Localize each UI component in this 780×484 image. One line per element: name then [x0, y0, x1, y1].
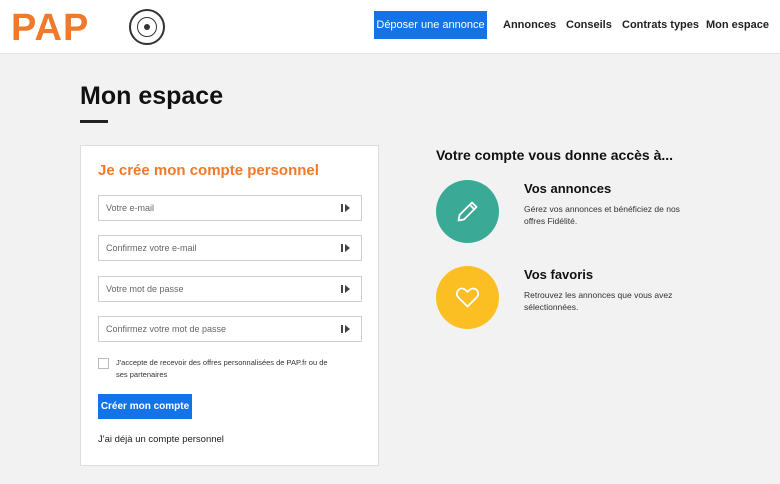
nav-mon-espace[interactable]: Mon espace — [706, 11, 769, 39]
confirm-password-field[interactable] — [98, 316, 362, 342]
email-field[interactable] — [98, 195, 362, 221]
consent-checkbox[interactable] — [98, 358, 109, 369]
promo-title: Votre compte vous donne accès à... — [436, 147, 674, 163]
page-title: Mon espace — [80, 82, 224, 110]
form-title: Je crée mon compte personnel — [98, 162, 319, 179]
signup-form-card: Je crée mon compte personnel J'accepte d… — [80, 145, 379, 466]
confirm-email-input[interactable] — [99, 236, 335, 260]
password-field[interactable] — [98, 276, 362, 302]
confirm-password-input[interactable] — [99, 317, 335, 341]
title-underline — [80, 120, 108, 123]
confirm-email-field[interactable] — [98, 235, 362, 261]
heart-icon — [455, 287, 480, 308]
feature-desc-annonces: Gérez vos annonces et bénéficiez de nos … — [524, 204, 680, 226]
create-account-button[interactable]: Créer mon compte — [98, 394, 192, 419]
email-input[interactable] — [99, 196, 335, 220]
vacances-seal-icon[interactable] — [129, 9, 165, 45]
nav-contrats-types[interactable]: Contrats types — [622, 11, 699, 39]
password-input[interactable] — [99, 277, 335, 301]
existing-account-link[interactable]: J'ai déjà un compte personnel — [98, 434, 224, 445]
password-manager-icon[interactable] — [341, 243, 351, 253]
consent-label: J'accepte de recevoir des offres personn… — [116, 358, 328, 379]
pencil-icon — [457, 201, 478, 222]
feature-title-favoris: Vos favoris — [524, 267, 594, 282]
password-manager-icon[interactable] — [341, 284, 351, 294]
feature-title-annonces: Vos annonces — [524, 181, 612, 196]
nav-conseils[interactable]: Conseils — [566, 11, 612, 39]
password-manager-icon[interactable] — [341, 203, 351, 213]
pap-logo[interactable]: PAP — [11, 8, 89, 48]
annonces-badge — [436, 180, 499, 243]
feature-desc-favoris: Retrouvez les annonces que vous avez sél… — [524, 290, 673, 312]
post-ad-button[interactable]: Déposer une annonce — [374, 11, 487, 39]
site-header: PAP Déposer une annonce Annonces Conseil… — [0, 0, 780, 54]
seal-center — [144, 24, 150, 30]
favoris-badge — [436, 266, 499, 329]
nav-annonces[interactable]: Annonces — [503, 11, 556, 39]
password-manager-icon[interactable] — [341, 324, 351, 334]
